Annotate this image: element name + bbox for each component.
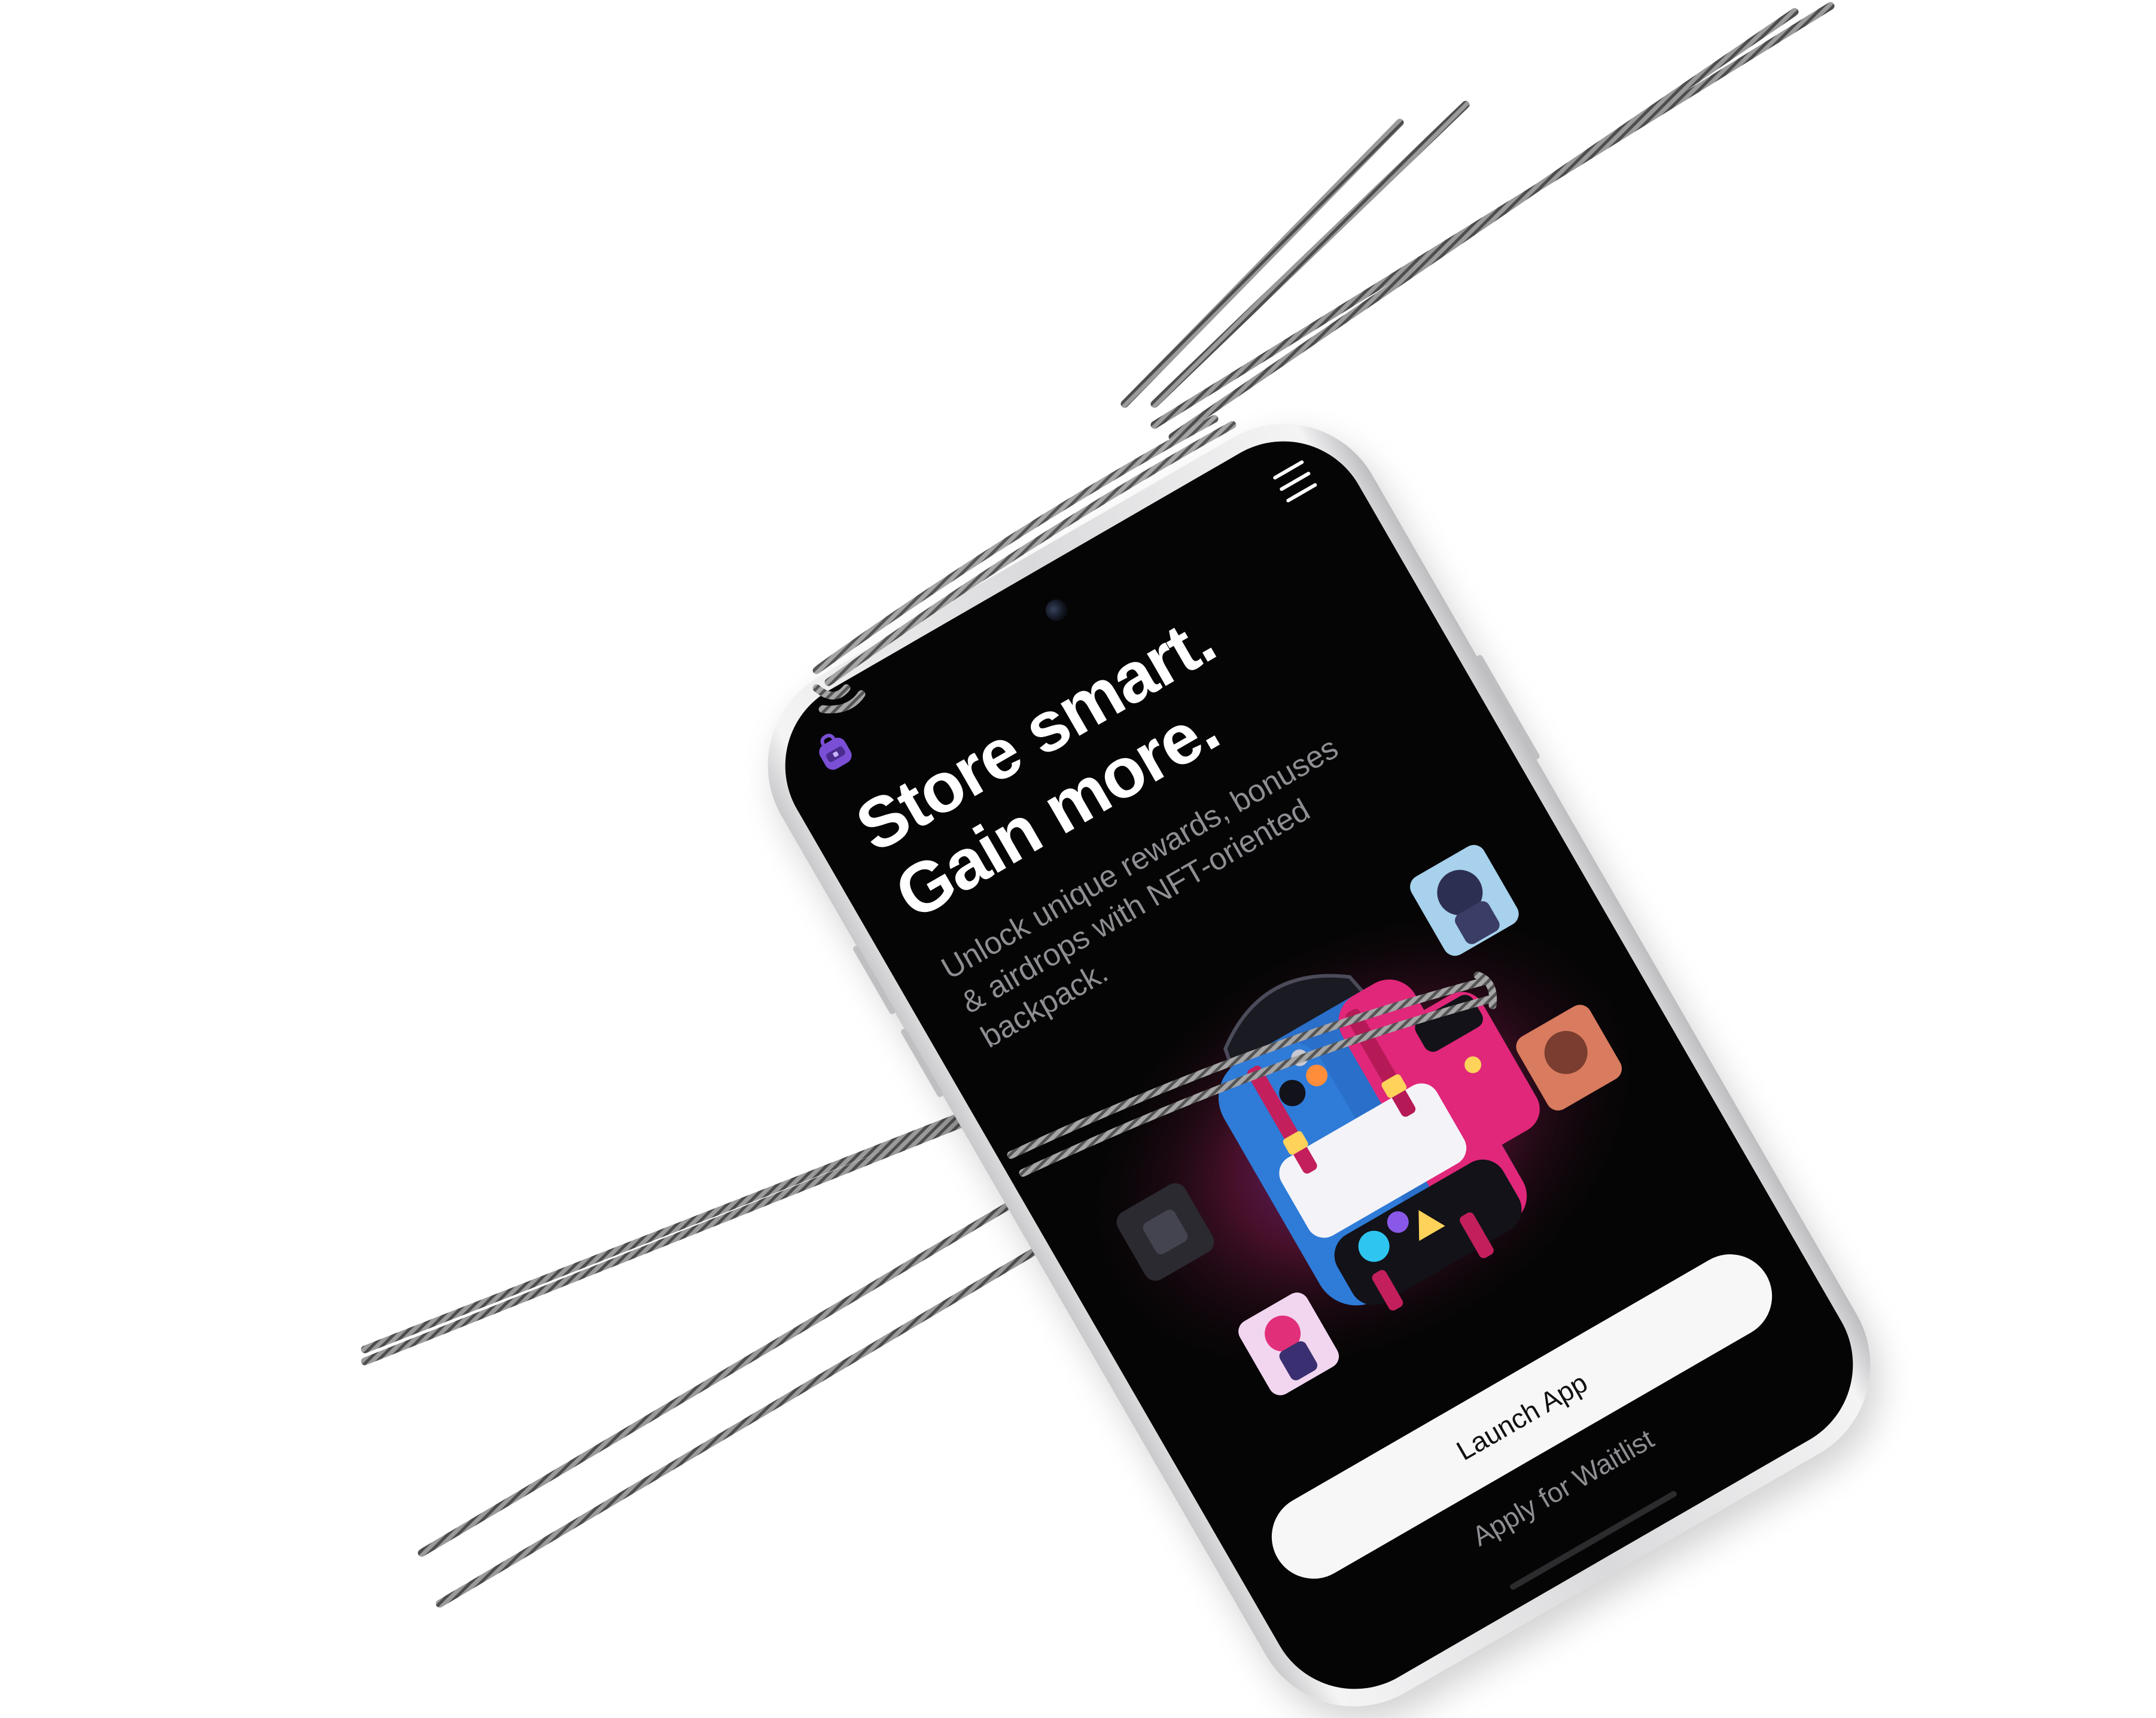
mockup-stage: Store smart. Gain more. Unlock unique re… <box>0 0 2156 1718</box>
ropes-front <box>812 415 1497 1177</box>
